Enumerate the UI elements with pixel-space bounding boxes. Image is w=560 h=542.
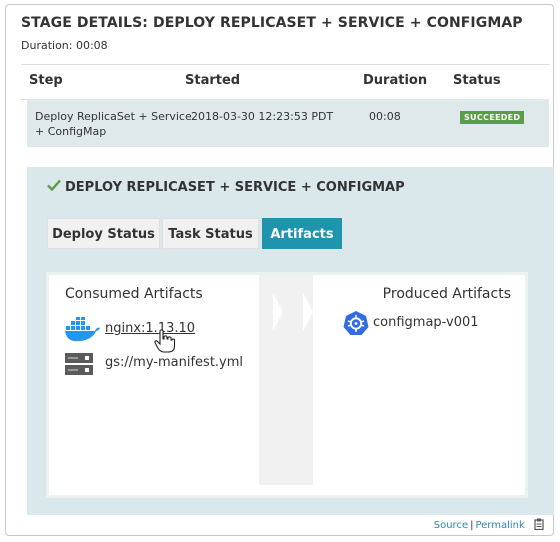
row-step-line2: + ConfigMap (35, 125, 107, 138)
stage-duration: Duration: 00:08 (21, 39, 108, 52)
tab-deploy-status[interactable]: Deploy Status (47, 218, 160, 249)
source-link[interactable]: Source (434, 520, 468, 531)
step-details-panel: DEPLOY REPLICASET + SERVICE + CONFIGMAP … (27, 167, 554, 515)
status-badge: SUCCEEDED (460, 111, 525, 124)
details-title: DEPLOY REPLICASET + SERVICE + CONFIGMAP (47, 179, 405, 195)
consumed-artifacts-column: Consumed Artifacts nginx:1.13.10 gs://my… (49, 275, 259, 485)
hand-pointer-icon (154, 329, 176, 357)
clipboard-icon[interactable] (534, 518, 544, 533)
stage-title: STAGE DETAILS: DEPLOY REPLICASET + SERVI… (21, 15, 523, 31)
header-started: Started (185, 73, 241, 88)
consumed-heading: Consumed Artifacts (65, 286, 203, 302)
artifacts-flow-arrow (259, 275, 313, 485)
artifact-label-configmap: configmap-v001 (373, 315, 479, 330)
row-duration: 00:08 (369, 110, 401, 123)
artifact-link-nginx[interactable]: nginx:1.13.10 (105, 321, 195, 336)
header-step: Step (29, 73, 63, 88)
artifacts-container: Consumed Artifacts nginx:1.13.10 gs://my… (49, 275, 525, 495)
tab-task-status[interactable]: Task Status (162, 218, 259, 249)
tab-artifacts[interactable]: Artifacts (262, 218, 342, 249)
produced-heading: Produced Artifacts (382, 286, 511, 302)
artifact-label-manifest: gs://my-manifest.yml (105, 355, 244, 370)
docker-icon (65, 316, 101, 347)
row-step-line1: Deploy ReplicaSet + Service (35, 110, 192, 123)
table-row[interactable]: Deploy ReplicaSet + Service + ConfigMap … (27, 99, 549, 147)
header-duration: Duration (363, 73, 428, 88)
permalink-link[interactable]: Permalink (475, 520, 524, 531)
details-title-text: DEPLOY REPLICASET + SERVICE + CONFIGMAP (65, 180, 405, 195)
header-status: Status (453, 73, 501, 88)
checkmark-icon (47, 179, 61, 195)
row-started: 2018-03-30 12:23:53 PDT (191, 110, 334, 123)
footer-links: Source | Permalink (434, 518, 544, 533)
server-icon (65, 353, 93, 379)
produced-artifacts-column: Produced Artifacts configmap-v001 (313, 275, 523, 485)
kubernetes-icon (343, 310, 369, 340)
steps-table-header: Step Started Duration Status (21, 64, 549, 100)
